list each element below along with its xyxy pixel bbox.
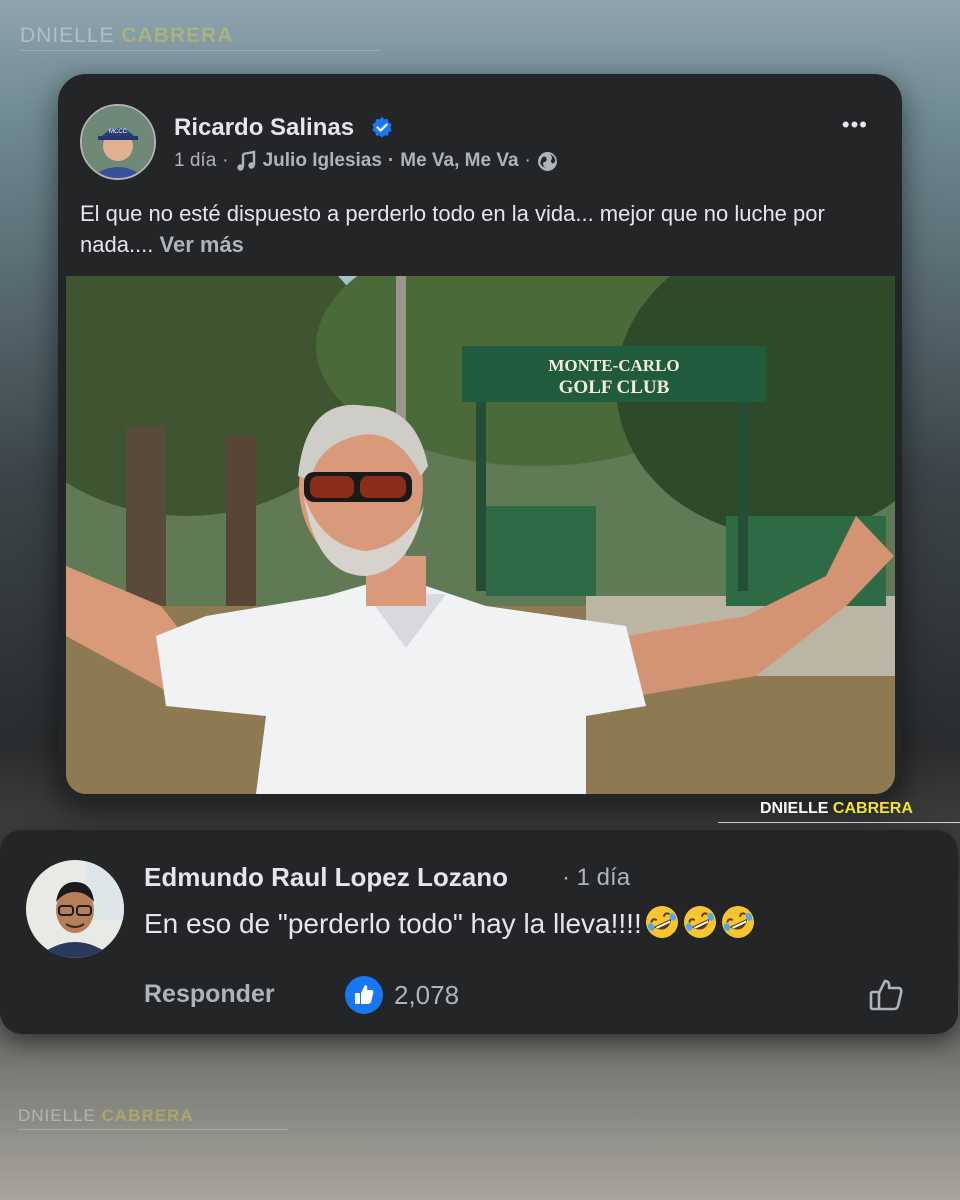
like-outline-icon[interactable] <box>866 974 908 1016</box>
author-avatar[interactable]: MCCC <box>80 104 156 180</box>
like-badge-icon[interactable] <box>345 976 383 1014</box>
watermark-top: DNIELLE CABRERA <box>20 24 233 48</box>
post-meta: 1 día · Julio Iglesias · Me Va, Me Va · <box>174 150 558 172</box>
meta-separator: · <box>222 150 229 171</box>
song-artist[interactable]: Julio Iglesias <box>263 150 382 172</box>
watermark-first: DNIELLE <box>20 24 115 47</box>
golf-sign-line1: MONTE-CARLO <box>548 356 679 375</box>
comment-time[interactable]: · 1 día <box>562 864 630 892</box>
watermark-last: CABRERA <box>832 800 913 817</box>
like-count[interactable]: 2,078 <box>394 980 459 1011</box>
comment-text: En eso de "perderlo todo" hay la lleva!!… <box>144 908 642 939</box>
post-photo[interactable]: MONTE-CARLO GOLF CLUB <box>66 276 895 794</box>
laughing-emoji-icon <box>683 906 716 938</box>
post-text: El que no esté dispuesto a perderlo todo… <box>80 198 880 260</box>
watermark-first: DNIELLE <box>760 800 829 817</box>
music-note-icon <box>236 150 255 171</box>
comment-card: Edmundo Raul Lopez Lozano · 1 día En eso… <box>0 830 958 1034</box>
globe-icon <box>537 151 557 171</box>
comment-text-block: En eso de "perderlo todo" hay la lleva!!… <box>144 904 756 940</box>
watermark-card-line <box>718 822 960 823</box>
watermark-bottom-line <box>18 1129 288 1130</box>
author-name[interactable]: Ricardo Salinas <box>174 114 354 142</box>
watermark-card: DNIELLE CABRERA <box>760 800 913 818</box>
watermark-last: CABRERA <box>121 24 234 47</box>
commenter-name[interactable]: Edmundo Raul Lopez Lozano <box>144 862 508 893</box>
post-card: MCCC Ricardo Salinas ••• 1 día · Julio I… <box>58 74 902 802</box>
commenter-avatar[interactable] <box>26 860 124 958</box>
golf-sign-line2: GOLF CLUB <box>559 377 670 398</box>
song-separator: · <box>387 150 395 171</box>
laughing-emoji-icon <box>721 906 754 938</box>
meta-separator-2: · <box>524 150 531 171</box>
more-icon: ••• <box>841 112 868 137</box>
svg-text:MCCC: MCCC <box>109 129 128 135</box>
see-more-link[interactable]: Ver más <box>160 232 244 257</box>
laughing-emoji-icon <box>645 906 678 938</box>
watermark-first: DNIELLE <box>18 1106 96 1125</box>
song-title[interactable]: Me Va, Me Va <box>400 150 518 172</box>
watermark-last: CABRERA <box>101 1106 194 1125</box>
watermark-bottom: DNIELLE CABRERA <box>18 1106 194 1126</box>
post-time[interactable]: 1 día <box>174 150 216 172</box>
reply-button[interactable]: Responder <box>144 980 275 1009</box>
watermark-top-line <box>20 50 380 51</box>
more-options-button[interactable]: ••• <box>842 112 868 138</box>
verified-badge-icon <box>372 117 392 138</box>
